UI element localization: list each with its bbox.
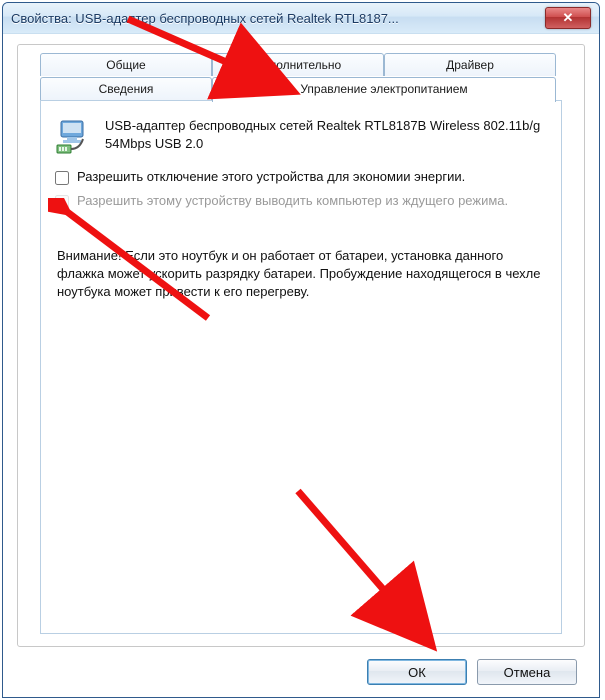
checkbox-allow-power-off[interactable]	[55, 171, 69, 185]
option-allow-power-off[interactable]: Разрешить отключение этого устройства дл…	[41, 165, 561, 189]
warning-text: Внимание! Если это ноутбук и он работает…	[41, 213, 561, 301]
tab-general[interactable]: Общие	[40, 53, 212, 76]
option-allow-power-off-label: Разрешить отключение этого устройства дл…	[77, 169, 465, 184]
close-icon: ✕	[563, 10, 574, 26]
client-area: Общие Дополнительно Драйвер Сведения Упр…	[3, 33, 599, 697]
properties-window: Свойства: USB-адаптер беспроводных сетей…	[2, 2, 600, 698]
option-allow-wake-label: Разрешить этому устройству выводить комп…	[77, 193, 508, 208]
tab-driver[interactable]: Драйвер	[384, 53, 556, 76]
titlebar[interactable]: Свойства: USB-адаптер беспроводных сетей…	[3, 3, 599, 34]
option-allow-wake: Разрешить этому устройству выводить комп…	[41, 189, 561, 213]
ok-button[interactable]: ОК	[367, 659, 467, 685]
device-header: USB-адаптер беспроводных сетей Realtek R…	[41, 101, 561, 165]
network-adapter-icon	[55, 117, 95, 157]
device-name: USB-адаптер беспроводных сетей Realtek R…	[105, 117, 547, 152]
tab-advanced[interactable]: Дополнительно	[212, 53, 384, 76]
checkbox-allow-wake	[55, 195, 69, 209]
dialog-frame: Общие Дополнительно Драйвер Сведения Упр…	[17, 44, 585, 647]
tab-strip: Общие Дополнительно Драйвер Сведения Упр…	[18, 53, 584, 105]
dialog-buttons: ОК Отмена	[367, 659, 577, 685]
window-title: Свойства: USB-адаптер беспроводных сетей…	[11, 11, 545, 26]
tab-details[interactable]: Сведения	[40, 77, 212, 100]
tab-page-power: USB-адаптер беспроводных сетей Realtek R…	[40, 100, 562, 634]
close-button[interactable]: ✕	[545, 7, 591, 29]
cancel-button[interactable]: Отмена	[477, 659, 577, 685]
